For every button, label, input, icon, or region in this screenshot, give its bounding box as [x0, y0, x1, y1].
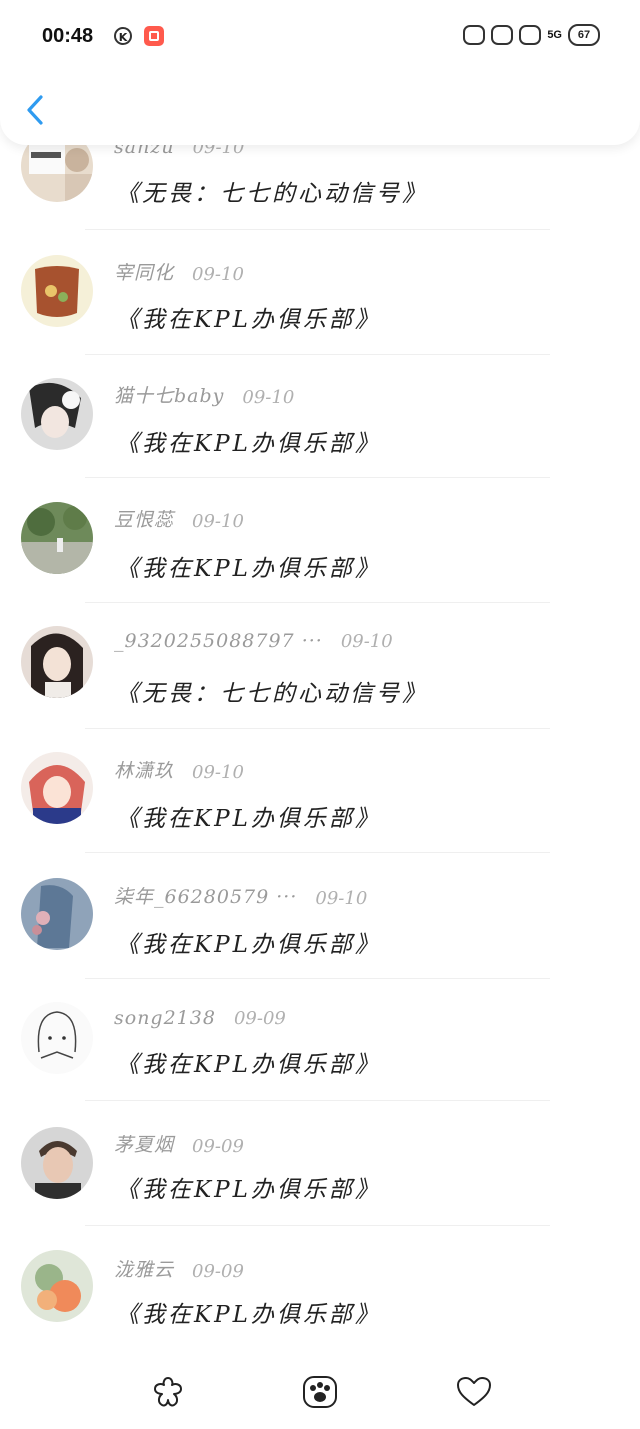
read-date: 09-10 [315, 888, 368, 909]
flower-icon [154, 1377, 182, 1407]
network-indicator: 5G [547, 29, 562, 41]
nav-heart-button[interactable] [454, 1372, 494, 1412]
reader-name: 林潇玖 [114, 760, 175, 782]
alarm-icon [463, 25, 486, 45]
nav-paw-button[interactable] [300, 1372, 340, 1412]
book-title[interactable]: 《我在KPL办俱乐部》 [116, 1045, 381, 1079]
book-title[interactable]: 《无畏：七七的心动信号》 [116, 674, 428, 708]
read-date: 09-09 [233, 1008, 286, 1029]
list-item[interactable]: song2138 09-09 《我在KPL办俱乐部》 [0, 975, 640, 1101]
heart-icon [457, 1377, 491, 1406]
bottom-nav [0, 1350, 640, 1429]
list-item[interactable]: 猫十七baby 09-10 《我在KPL办俱乐部》 [0, 350, 640, 478]
read-date: 09-09 [192, 1136, 244, 1157]
avatar[interactable] [21, 626, 93, 698]
paw-icon [303, 1376, 337, 1408]
book-title[interactable]: 《我在KPL办俱乐部》 [116, 925, 381, 959]
chevron-left-icon [27, 95, 43, 125]
avatar[interactable] [21, 878, 93, 950]
book-title[interactable]: 《无畏：七七的心动信号》 [116, 174, 428, 208]
battery-icon: 67 [568, 24, 600, 46]
list-item[interactable]: 柒年_66280579 ··· 09-10 《我在KPL办俱乐部》 [0, 850, 640, 979]
book-title[interactable]: 《我在KPL办俱乐部》 [116, 1295, 381, 1329]
read-date: 09-10 [340, 631, 393, 652]
reader-name: 泷雅云 [114, 1259, 175, 1281]
k-app-icon: K [114, 27, 132, 45]
avatar[interactable] [21, 378, 93, 450]
reader-name: 柒年_66280579 ··· [114, 886, 298, 908]
reader-name: _9320255088797 ··· [114, 630, 323, 652]
list-item[interactable]: 林潇玖 09-10 《我在KPL办俱乐部》 [0, 725, 640, 853]
book-title[interactable]: 《我在KPL办俱乐部》 [116, 799, 381, 833]
list-item[interactable]: _9320255088797 ··· 09-10 《无畏：七七的心动信号》 [0, 600, 640, 729]
reader-name: 茅夏烟 [114, 1134, 175, 1156]
read-date: 09-10 [242, 387, 295, 408]
status-icons: 5G 67 [463, 24, 600, 46]
avatar[interactable] [21, 1002, 93, 1074]
avatar[interactable] [21, 255, 93, 327]
list-item[interactable]: 豆恨蕊 09-10 《我在KPL办俱乐部》 [0, 475, 640, 603]
reader-name: song2138 [114, 1007, 216, 1029]
top-bar: 00:48 K 5G 67 [0, 0, 640, 145]
read-date: 09-09 [192, 1261, 244, 1282]
notification-app-icon [144, 26, 164, 46]
list-item[interactable]: 茅夏烟 09-09 《我在KPL办俱乐部》 [0, 1100, 640, 1226]
nav-flower-button[interactable] [148, 1372, 188, 1412]
status-time: 00:48 [42, 25, 94, 47]
book-title[interactable]: 《我在KPL办俱乐部》 [116, 549, 381, 583]
silent-icon [491, 25, 514, 45]
reader-name: 豆恨蕊 [114, 509, 175, 531]
read-date: 09-10 [192, 511, 244, 532]
book-title[interactable]: 《我在KPL办俱乐部》 [116, 300, 381, 334]
read-date: 09-10 [192, 264, 244, 285]
avatar[interactable] [21, 502, 93, 574]
avatar[interactable] [21, 752, 93, 824]
reader-name: 猫十七baby [114, 385, 225, 407]
reader-name: 宰同化 [114, 262, 175, 284]
avatar[interactable] [21, 1127, 93, 1199]
read-date: 09-10 [192, 762, 244, 783]
book-title[interactable]: 《我在KPL办俱乐部》 [116, 1170, 381, 1204]
list-item[interactable]: 宰同化 09-10 《我在KPL办俱乐部》 [0, 225, 640, 355]
book-title[interactable]: 《我在KPL办俱乐部》 [116, 424, 381, 458]
list-item[interactable]: 泷雅云 09-09 《我在KPL办俱乐部》 [0, 1225, 640, 1350]
back-button[interactable] [22, 92, 48, 128]
avatar[interactable] [21, 1250, 93, 1322]
pet-status-icon [519, 25, 542, 45]
